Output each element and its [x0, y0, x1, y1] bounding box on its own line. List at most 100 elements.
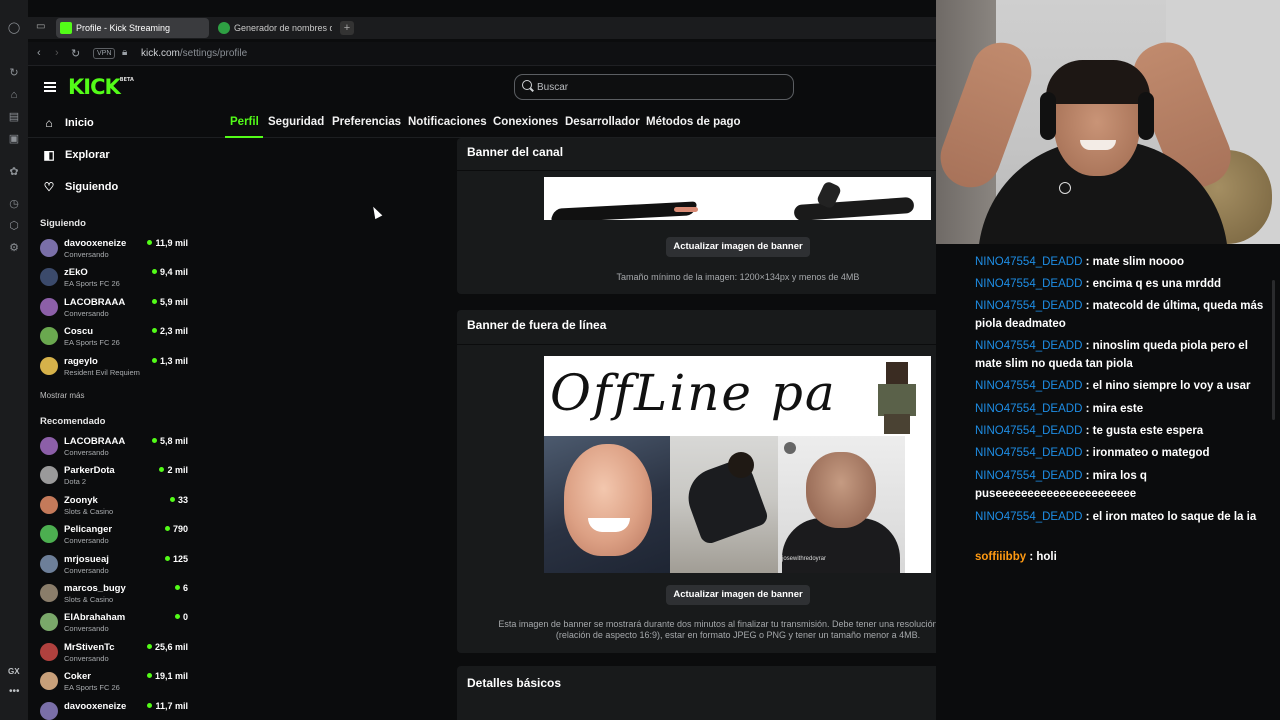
tab-conexiones[interactable]: Conexiones	[493, 116, 558, 128]
viewer-count-text: 0	[182, 612, 188, 623]
active-tab-indicator	[225, 136, 263, 138]
channel-row[interactable]: LACOBRAAA Conversando 5,8 mil	[40, 434, 188, 460]
nav-siguiendo[interactable]: ♡ Siguiendo	[42, 177, 119, 197]
live-dot-icon	[151, 438, 157, 443]
chat-message: NINO47554_DEADD : mate slim noooo	[975, 253, 1275, 271]
more-icon[interactable]: •••	[9, 686, 20, 697]
channel-row[interactable]: MrStivenTc Conversando 25,6 mil	[40, 640, 188, 666]
viewer-count: 2,3 mil	[151, 326, 188, 336]
channel-row[interactable]: LACOBRAAA Conversando 5,9 mil	[40, 295, 188, 321]
tab-perfil[interactable]: Perfil	[230, 116, 259, 128]
viewer-count: 6	[174, 583, 188, 593]
avatar	[40, 584, 58, 602]
forward-arrow-icon[interactable]: ›	[55, 47, 59, 59]
opera-logo-icon[interactable]: ◯	[7, 21, 21, 35]
chat-message: NINO47554_DEADD : el iron mateo lo saque…	[975, 508, 1275, 526]
url-path: /settings/profile	[179, 48, 248, 59]
channel-name: marcos_bugy	[64, 583, 126, 594]
chat-text: mira este	[1092, 403, 1144, 415]
tab-notificaciones[interactable]: Notificaciones	[408, 116, 487, 128]
channel-banner-title: Banner del canal	[467, 145, 564, 159]
channel-row[interactable]: ElAbrahaham Conversando 0	[40, 610, 188, 636]
avatar	[40, 268, 58, 287]
wallet-icon[interactable]: ▤	[7, 110, 21, 124]
channel-name: Zoonyk	[64, 494, 98, 506]
viewer-count-text: 1,3 mil	[159, 355, 188, 366]
tab-desarrollador[interactable]: Desarrollador	[565, 116, 640, 128]
logo-text: KICK	[68, 75, 121, 99]
channel-row[interactable]: mrjosueaj Conversando 125	[40, 552, 188, 578]
chat-username[interactable]: NINO47554_DEADD	[975, 425, 1082, 437]
channel-row[interactable]: marcos_bugy Slots & Casino 6	[40, 581, 188, 607]
vpn-badge[interactable]: VPN	[93, 48, 116, 59]
show-more-link[interactable]: Mostrar más	[40, 391, 84, 400]
channel-name: LACOBRAAA	[64, 436, 126, 447]
chat-message: NINO47554_DEADD : ironmateo o mategod	[975, 444, 1275, 462]
search-box[interactable]	[514, 74, 794, 100]
left-sidebar: ⌂ Inicio ◧ Explorar ♡ Siguiendo Siguiend…	[28, 110, 196, 720]
photo-watermark: josewithredoyrar	[782, 556, 827, 562]
nav-explorar[interactable]: ◧ Explorar	[42, 145, 109, 165]
channel-row[interactable]: ParkerDota Dota 2 2 mil	[40, 463, 188, 489]
extensions-icon[interactable]: ⬡	[7, 219, 21, 233]
hamburger-menu-icon[interactable]	[44, 82, 56, 92]
messenger-icon[interactable]: ▣	[7, 132, 21, 146]
settings-icon[interactable]: ⚙	[7, 241, 21, 255]
reload-icon[interactable]: ↻	[71, 47, 80, 60]
tab-metodos-de-pago[interactable]: Métodos de pago	[646, 116, 741, 128]
tab-kick-profile[interactable]: Profile - Kick Streaming	[56, 18, 209, 38]
channel-row[interactable]: davooxeneize 11,7 mil	[40, 699, 188, 720]
channel-row[interactable]: zEkO EA Sports FC 26 9,4 mil	[40, 265, 188, 291]
chatgpt-icon[interactable]: ✿	[7, 165, 21, 179]
chat-text: el nino siempre lo voy a usar	[1092, 380, 1251, 392]
chat-username[interactable]: NINO47554_DEADD	[975, 300, 1082, 312]
tab-menu-icon[interactable]: ▭	[36, 21, 48, 33]
update-offline-banner-button[interactable]: Actualizar imagen de banner	[666, 585, 810, 605]
viewer-count-text: 5,8 mil	[159, 436, 188, 446]
chat-username[interactable]: NINO47554_DEADD	[975, 256, 1082, 268]
clock-icon[interactable]: ◷	[7, 197, 21, 211]
chat-separator: :	[1026, 551, 1037, 563]
channel-row[interactable]: Coker EA Sports FC 26 19,1 mil	[40, 669, 188, 695]
viewer-count: 5,8 mil	[151, 436, 188, 446]
channel-row[interactable]: davooxeneize Conversando 11,9 mil	[40, 236, 188, 262]
gx-label[interactable]: GX	[8, 667, 20, 676]
kick-logo[interactable]: KICKBETA	[68, 75, 134, 99]
channel-row[interactable]: Pelicanger Conversando 790	[40, 522, 188, 548]
chat-scrollbar[interactable]	[1272, 280, 1275, 420]
channel-row[interactable]: rageylo Resident Evil Requiem 1,3 mil	[40, 354, 188, 380]
avatar	[40, 525, 58, 544]
chat-username[interactable]: soffiiibby	[975, 551, 1026, 563]
avatar	[40, 437, 58, 455]
viewer-count-text: 33	[177, 494, 188, 505]
browser-tab-bar: ▭ Profile - Kick Streaming Generador de …	[28, 17, 936, 39]
chat-username[interactable]: NINO47554_DEADD	[975, 511, 1082, 523]
tab-seguridad[interactable]: Seguridad	[268, 116, 324, 128]
update-channel-banner-button[interactable]: Actualizar imagen de banner	[666, 237, 810, 257]
chat-username[interactable]: NINO47554_DEADD	[975, 380, 1082, 392]
photo-smiling-man	[544, 436, 670, 573]
back-arrow-icon[interactable]: ‹	[37, 47, 41, 59]
channel-category: Slots & Casino	[64, 506, 114, 516]
chat-username[interactable]: NINO47554_DEADD	[975, 470, 1082, 482]
channel-row[interactable]: Coscu EA Sports FC 26 2,3 mil	[40, 324, 188, 350]
photo-person-on-floor	[670, 436, 778, 573]
tab-preferencias[interactable]: Preferencias	[332, 116, 401, 128]
offline-note-line-1: Esta imagen de banner se mostrará durant…	[498, 619, 978, 629]
bag-icon[interactable]: ⌂	[7, 88, 21, 102]
avatar	[40, 672, 58, 691]
chat-username[interactable]: NINO47554_DEADD	[975, 278, 1082, 290]
chat-username[interactable]: NINO47554_DEADD	[975, 340, 1082, 352]
chat-username[interactable]: NINO47554_DEADD	[975, 447, 1082, 459]
screen: ◯ ↻ ⌂ ▤ ▣ ✿ ◷ ⬡ ⚙ GX ••• ▭ Profile - Kic…	[0, 0, 1280, 720]
chat-username[interactable]: NINO47554_DEADD	[975, 403, 1082, 415]
url-field[interactable]: kick.com/settings/profile	[141, 48, 247, 59]
history-icon[interactable]: ↻	[7, 66, 21, 80]
tab-name-generator[interactable]: Generador de nombres de	[214, 18, 332, 38]
channel-category: Slots & Casino	[64, 595, 114, 604]
channel-row[interactable]: Zoonyk Slots & Casino 33	[40, 493, 188, 519]
search-input[interactable]	[537, 79, 777, 95]
tab-label: Profile - Kick Streaming	[76, 23, 171, 33]
new-tab-plus-icon[interactable]: +	[340, 21, 354, 35]
lock-icon[interactable]: 🔒︎	[122, 47, 127, 58]
